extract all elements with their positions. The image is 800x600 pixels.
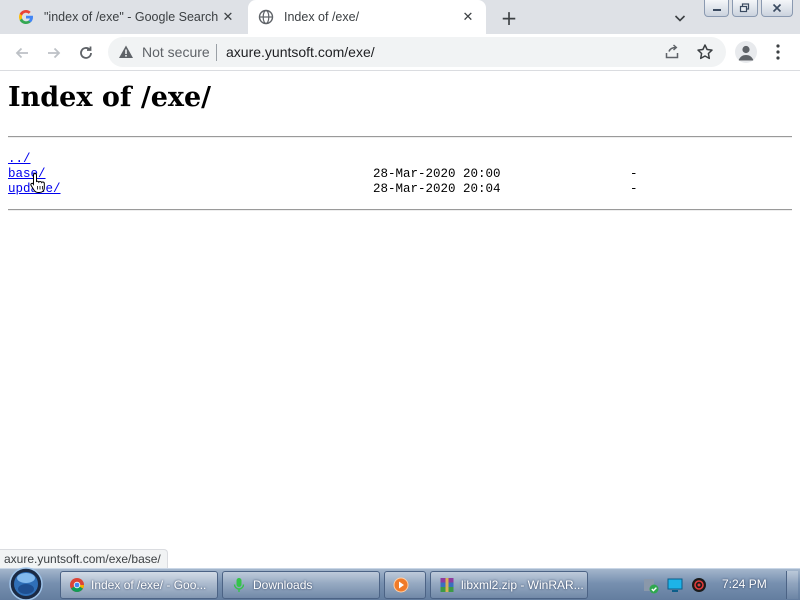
share-icon[interactable]: [664, 44, 680, 60]
browser-toolbar: Not secure axure.yuntsoft.com/exe/: [0, 34, 800, 71]
start-orb-icon: [9, 567, 43, 600]
close-icon[interactable]: ✕: [220, 9, 236, 25]
new-tab-button[interactable]: +: [498, 6, 520, 30]
winrar-icon: [439, 577, 455, 593]
arrow-left-icon: [15, 47, 28, 59]
taskbar-item-media-player[interactable]: [384, 571, 426, 599]
taskbar-item-downloads[interactable]: Downloads: [222, 571, 380, 599]
modified-date: 28-Mar-2020 20:04: [373, 182, 501, 196]
window-close-button[interactable]: [760, 0, 793, 17]
restore-icon: [739, 3, 750, 13]
directory-listing: ../ base/ 28-Mar-2020 20:00 - update/ 28…: [8, 152, 792, 197]
forward-button[interactable]: [44, 43, 64, 63]
chevron-down-icon[interactable]: [672, 10, 688, 26]
page-content: Index of /exe/ ../ base/ 28-Mar-2020 20:…: [0, 72, 800, 548]
back-button[interactable]: [12, 43, 32, 63]
file-size: -: [630, 182, 638, 196]
url-text[interactable]: axure.yuntsoft.com/exe/: [226, 44, 375, 60]
address-bar[interactable]: Not secure axure.yuntsoft.com/exe/: [108, 37, 726, 67]
arrow-right-icon: [48, 47, 61, 59]
taskbar: Index of /exe/ - Goo... Downloads libxml…: [0, 567, 800, 600]
clock[interactable]: 7:24 PM: [722, 577, 767, 591]
speaker-icon[interactable]: [690, 576, 708, 594]
file-size: -: [630, 167, 638, 181]
list-item: ../: [8, 152, 792, 167]
page-title: Index of /exe/: [8, 82, 212, 113]
hand-cursor-icon: [30, 172, 46, 194]
taskbar-item-chrome[interactable]: Index of /exe/ - Goo...: [60, 571, 218, 599]
tab-google-search[interactable]: "index of /exe" - Google Search ✕: [8, 0, 246, 34]
restore-button[interactable]: [732, 0, 758, 17]
list-item: base/ 28-Mar-2020 20:00 -: [8, 167, 792, 182]
network-icon[interactable]: [666, 576, 684, 594]
list-item: update/ 28-Mar-2020 20:04 -: [8, 182, 792, 197]
kebab-menu-icon[interactable]: [770, 43, 786, 61]
profile-avatar-icon[interactable]: [735, 41, 757, 63]
globe-icon: [258, 9, 274, 25]
tab-title: Index of /exe/: [284, 10, 360, 24]
tab-strip: "index of /exe" - Google Search ✕ Index …: [0, 0, 800, 34]
taskbar-item-label: Index of /exe/ - Goo...: [91, 578, 207, 592]
window-controls: [704, 0, 796, 18]
minimize-icon: [712, 9, 721, 11]
media-player-icon: [393, 577, 409, 593]
divider: [8, 136, 792, 138]
security-label[interactable]: Not secure: [142, 44, 210, 60]
parent-directory-link[interactable]: ../: [8, 152, 31, 167]
taskbar-item-label: libxml2.zip - WinRAR...: [461, 578, 584, 592]
modified-date: 28-Mar-2020 20:00: [373, 167, 501, 181]
warning-icon[interactable]: [118, 44, 134, 60]
start-button[interactable]: [6, 567, 46, 600]
close-icon[interactable]: ✕: [460, 9, 476, 25]
taskbar-item-winrar[interactable]: libxml2.zip - WinRAR...: [430, 571, 588, 599]
close-icon: [772, 3, 781, 13]
microphone-icon: [231, 577, 247, 593]
google-g-icon: [18, 9, 34, 25]
chrome-icon: [69, 577, 85, 593]
divider: [8, 209, 792, 211]
reload-button[interactable]: [76, 43, 96, 63]
bookmark-star-icon[interactable]: [696, 43, 714, 61]
minimize-button[interactable]: [704, 0, 730, 17]
show-desktop-button[interactable]: [786, 571, 798, 599]
tab-index-of-exe[interactable]: Index of /exe/ ✕: [248, 0, 486, 34]
divider: [216, 44, 217, 61]
tab-title: "index of /exe" - Google Search: [44, 10, 219, 24]
security-shield-icon[interactable]: [642, 576, 660, 594]
reload-icon: [80, 46, 92, 59]
taskbar-item-label: Downloads: [253, 578, 313, 592]
